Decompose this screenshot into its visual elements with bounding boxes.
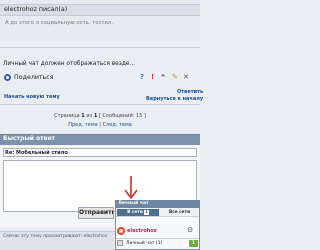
pagination-of: из	[86, 113, 93, 119]
back-to-top-link[interactable]: Вернуться к началу	[146, 96, 203, 102]
viewers-text: Сейчас эту тему просматривают: electroho…	[3, 234, 108, 239]
post-text: Личный чат должен отображаться везде...	[3, 61, 135, 67]
divider	[0, 104, 200, 105]
tab-online-label: В сети	[127, 210, 143, 215]
new-topic-link[interactable]: Начать новую тему	[4, 94, 60, 100]
info-button[interactable]: ?	[140, 73, 144, 81]
share-button[interactable]: Поделиться	[14, 74, 54, 81]
pagination-total: 1	[93, 113, 98, 119]
report-button[interactable]: !	[151, 73, 154, 81]
pagination-info: Страница 1 из 1 [ Сообщений: 15 ]	[0, 113, 200, 119]
next-topic-link[interactable]: След. тема	[103, 122, 132, 128]
chat-user-item[interactable]: electrohoz	[127, 228, 157, 234]
private-chat-count-badge: 1	[189, 240, 198, 247]
arrow-down-icon	[124, 176, 138, 200]
divider	[0, 47, 200, 48]
send-button[interactable]: Отправить	[78, 207, 114, 219]
quick-reply-title: Быстрый ответ	[3, 135, 55, 142]
private-chat-footer-label[interactable]: Личный чат (1)	[126, 241, 162, 246]
avatar	[117, 227, 125, 235]
quote-button[interactable]: ❝	[161, 73, 165, 81]
tab-online-count: 1	[143, 210, 149, 215]
private-chat-title: Личный чат	[118, 201, 149, 206]
edit-button[interactable]: ✎	[172, 73, 178, 81]
share-icon[interactable]	[4, 74, 11, 81]
chat-icon	[117, 240, 123, 246]
pagination-messages: [ Сообщений: 15 ]	[98, 113, 146, 119]
quote-author: electrohoz писал(а)	[4, 6, 68, 13]
delete-button[interactable]: ✕	[183, 73, 189, 81]
gear-icon[interactable]: ⚙	[187, 226, 193, 234]
pagination-prefix: Страница	[54, 113, 80, 119]
reply-link[interactable]: Ответить	[177, 89, 203, 95]
topic-nav: Пред. тема | След. тема	[0, 122, 200, 128]
prev-topic-link[interactable]: Пред. тема	[68, 122, 97, 128]
subject-value: Re: Мобельный стило	[5, 149, 68, 156]
tab-online[interactable]: В сети 1	[117, 209, 159, 216]
pagination-current: 1	[81, 113, 85, 119]
tab-all[interactable]: Все сети	[161, 209, 198, 216]
topic-nav-separator: |	[99, 122, 101, 128]
quote-text: А до этого я социальную сеть, тестил.	[5, 20, 113, 26]
